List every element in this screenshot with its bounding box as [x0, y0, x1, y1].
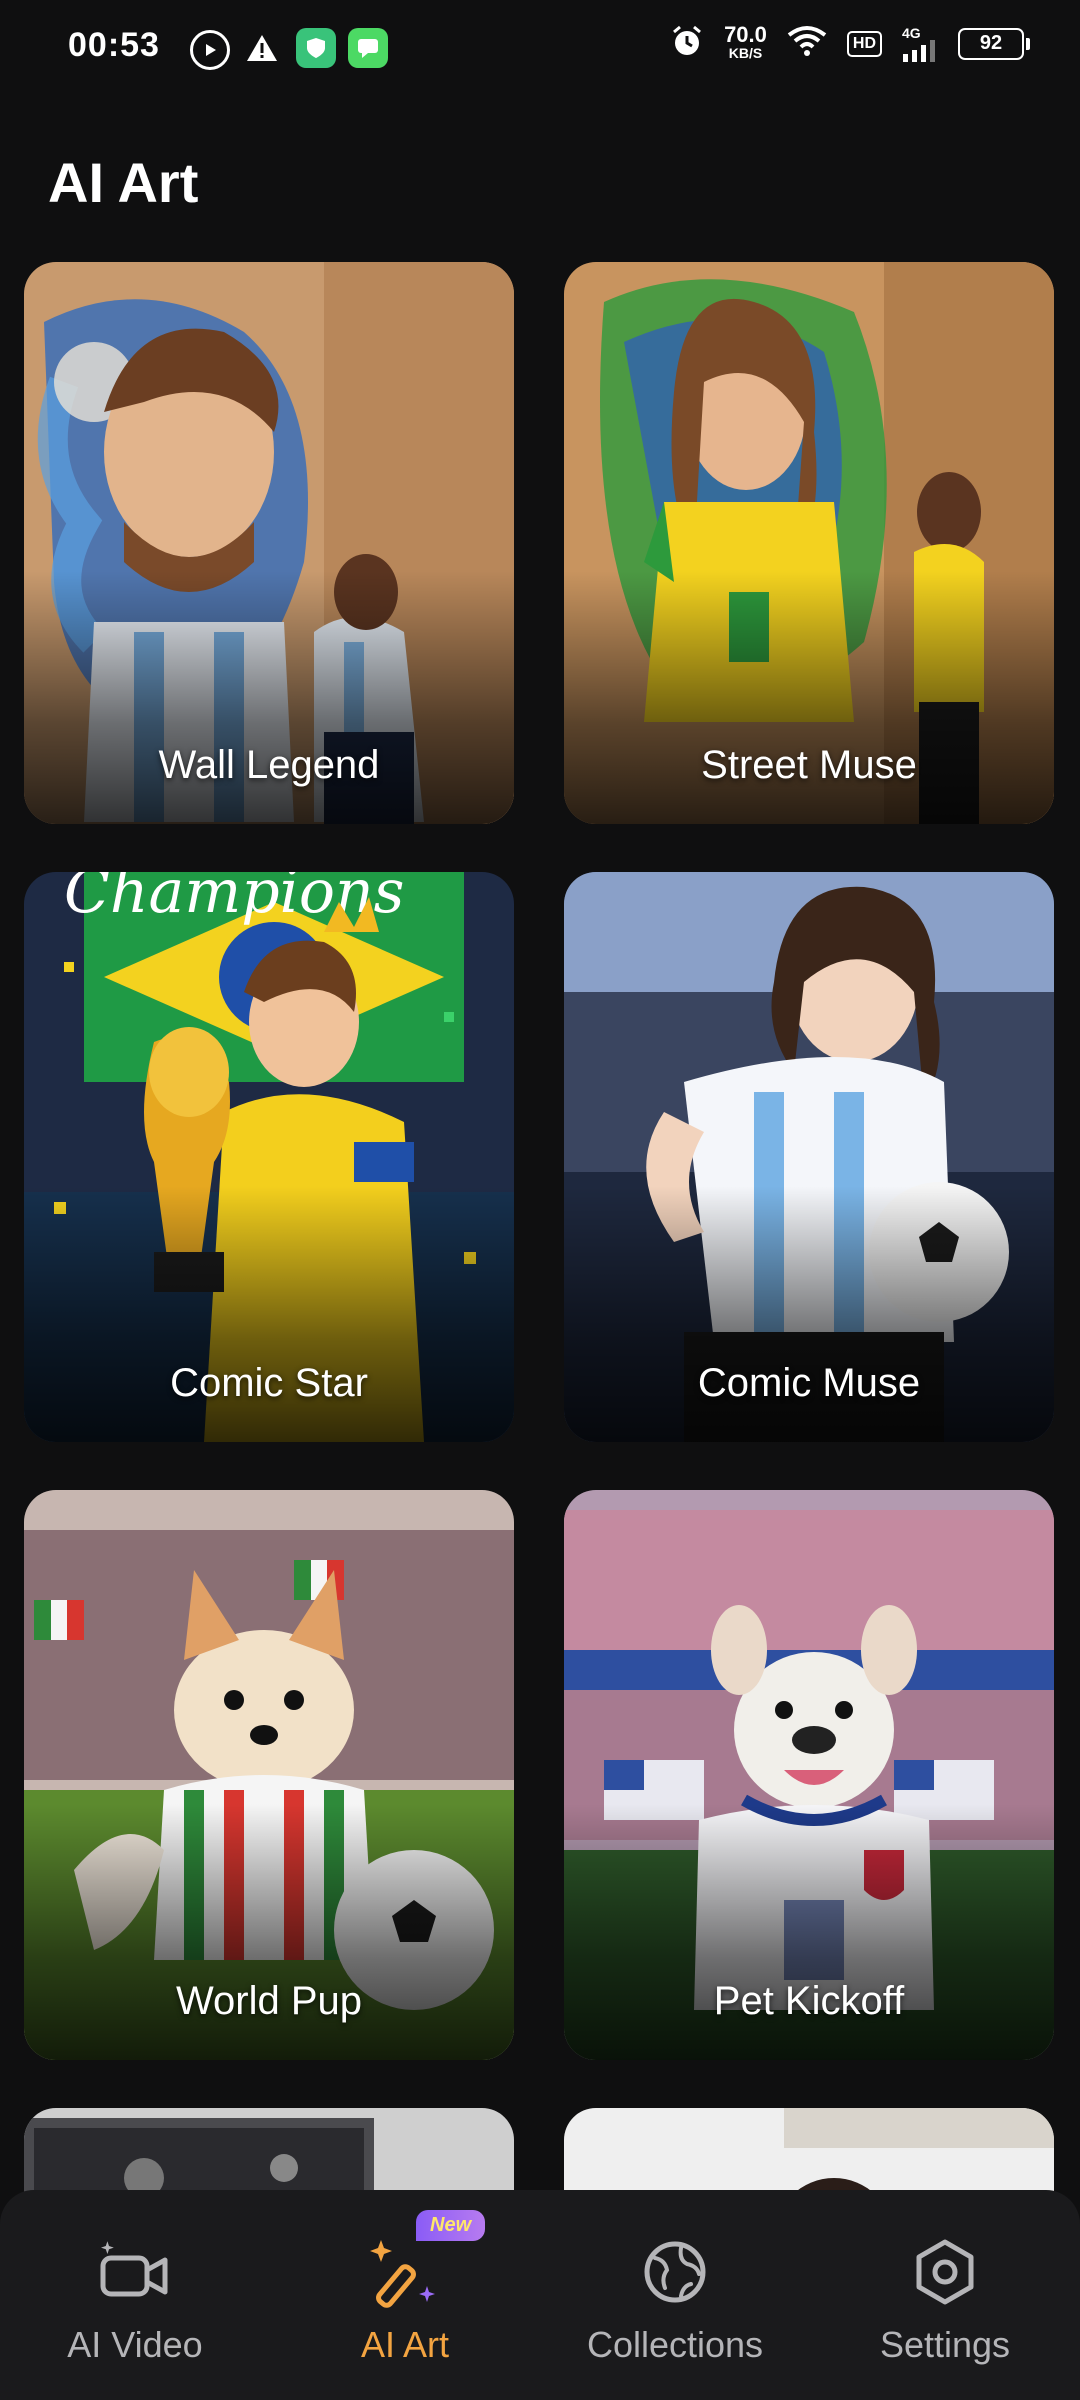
- nav-settings[interactable]: Settings: [810, 2190, 1080, 2400]
- network-type: 4G: [902, 24, 921, 41]
- style-card-comic-muse[interactable]: Comic Muse: [564, 872, 1054, 1442]
- chat-app-icon: [348, 28, 388, 68]
- svg-text:Champions: Champions: [64, 872, 404, 927]
- video-camera-icon: [95, 2232, 175, 2312]
- nav-ai-art[interactable]: New AI Art: [270, 2190, 540, 2400]
- style-card-pet-kickoff[interactable]: Pet Kickoff: [564, 1490, 1054, 2060]
- wifi-icon: [787, 25, 827, 62]
- nav-ai-video[interactable]: AI Video: [0, 2190, 270, 2400]
- style-card-comic-star[interactable]: Champions Comic Star: [24, 872, 514, 1442]
- nav-label: Collections: [586, 2324, 764, 2365]
- page-title: AI Art: [48, 151, 199, 214]
- hd-badge: HD: [846, 30, 882, 57]
- card-label: Pet Kickoff: [713, 1979, 905, 2023]
- warning-icon: [242, 28, 282, 68]
- network-speed: 70.0 KB/S: [724, 21, 767, 62]
- style-card-wall-legend[interactable]: Wall Legend: [24, 262, 514, 824]
- battery-icon: 92: [958, 27, 1030, 60]
- card-label: Street Muse: [701, 743, 917, 787]
- new-badge: New: [416, 2210, 486, 2241]
- speed-value: 70.0: [724, 21, 767, 47]
- signal-icon: 4G: [902, 26, 938, 62]
- alarm-icon: [670, 24, 704, 63]
- style-card-street-muse[interactable]: Street Muse: [564, 262, 1054, 824]
- nav-label: Settings: [879, 2324, 1011, 2365]
- nav-label: AI Video: [67, 2324, 203, 2365]
- play-icon: [190, 30, 230, 70]
- style-card-world-pup[interactable]: World Pup: [24, 1490, 514, 2060]
- card-label: Comic Star: [170, 1361, 368, 1405]
- card-label: Comic Muse: [697, 1361, 921, 1405]
- status-bar: 00:53 70.0 KB/S HD 4G 92: [0, 0, 1080, 100]
- settings-hexagon-icon: [905, 2232, 985, 2312]
- speed-unit: KB/S: [728, 44, 763, 61]
- card-label: Wall Legend: [158, 743, 380, 787]
- status-time: 00:53: [68, 26, 160, 64]
- bottom-navigation: AI Video New AI Art Collections Settings: [0, 2190, 1080, 2400]
- shield-app-icon: [296, 28, 336, 68]
- nav-collections[interactable]: Collections: [540, 2190, 810, 2400]
- nav-label: AI Art: [360, 2324, 450, 2365]
- magic-wand-icon: [365, 2232, 445, 2312]
- card-label: World Pup: [175, 1979, 362, 2023]
- status-right: 70.0 KB/S HD 4G 92: [670, 21, 1030, 63]
- globe-icon: [635, 2232, 715, 2312]
- battery-level: 92: [958, 27, 1024, 60]
